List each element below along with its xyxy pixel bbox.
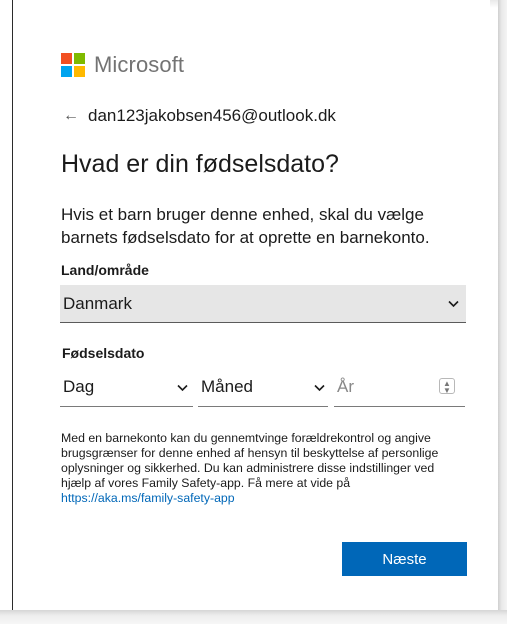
- birth-day-value: Dag: [63, 377, 95, 396]
- window-right-shadow: [498, 0, 507, 624]
- chevron-down-icon: [448, 300, 459, 308]
- family-safety-text: Med en barnekonto kan du gennemtvinge fo…: [61, 431, 439, 490]
- window-bottom-shadow: [0, 610, 507, 624]
- country-select[interactable]: Danmark: [60, 285, 466, 323]
- chevron-down-icon: [177, 384, 188, 392]
- account-email: dan123jakobsen456@outlook.dk: [88, 106, 336, 125]
- birth-month-select[interactable]: Måned: [198, 374, 328, 407]
- country-label: Land/område: [61, 262, 149, 278]
- page-description: Hvis et barn bruger denne enhed, skal du…: [61, 205, 430, 247]
- birth-day-select[interactable]: Dag: [60, 374, 193, 407]
- family-safety-info: Med en barnekonto kan du gennemtvinge fo…: [61, 431, 461, 506]
- arrow-left-icon[interactable]: ←: [63, 107, 79, 125]
- microsoft-logo: Microsoft: [61, 52, 184, 78]
- birth-year-placeholder: År: [337, 377, 354, 396]
- country-value: Danmark: [63, 294, 132, 313]
- page-title: Hvad er din fødselsdato?: [61, 150, 339, 178]
- chevron-down-icon: [314, 384, 325, 392]
- next-button[interactable]: Næste: [342, 542, 467, 576]
- microsoft-logo-icon: [61, 53, 85, 77]
- birth-month-value: Måned: [201, 377, 253, 396]
- window-left-border: [0, 0, 13, 624]
- family-safety-link[interactable]: https://aka.ms/family-safety-app: [61, 491, 235, 505]
- back-to-account[interactable]: ← dan123jakobsen456@outlook.dk: [63, 106, 336, 126]
- year-spinner-icon[interactable]: ▲ ▼: [439, 378, 455, 395]
- birth-year-input[interactable]: År ▲ ▼: [334, 374, 465, 407]
- brand-name: Microsoft: [94, 52, 185, 77]
- birthdate-label: Fødselsdato: [62, 345, 145, 361]
